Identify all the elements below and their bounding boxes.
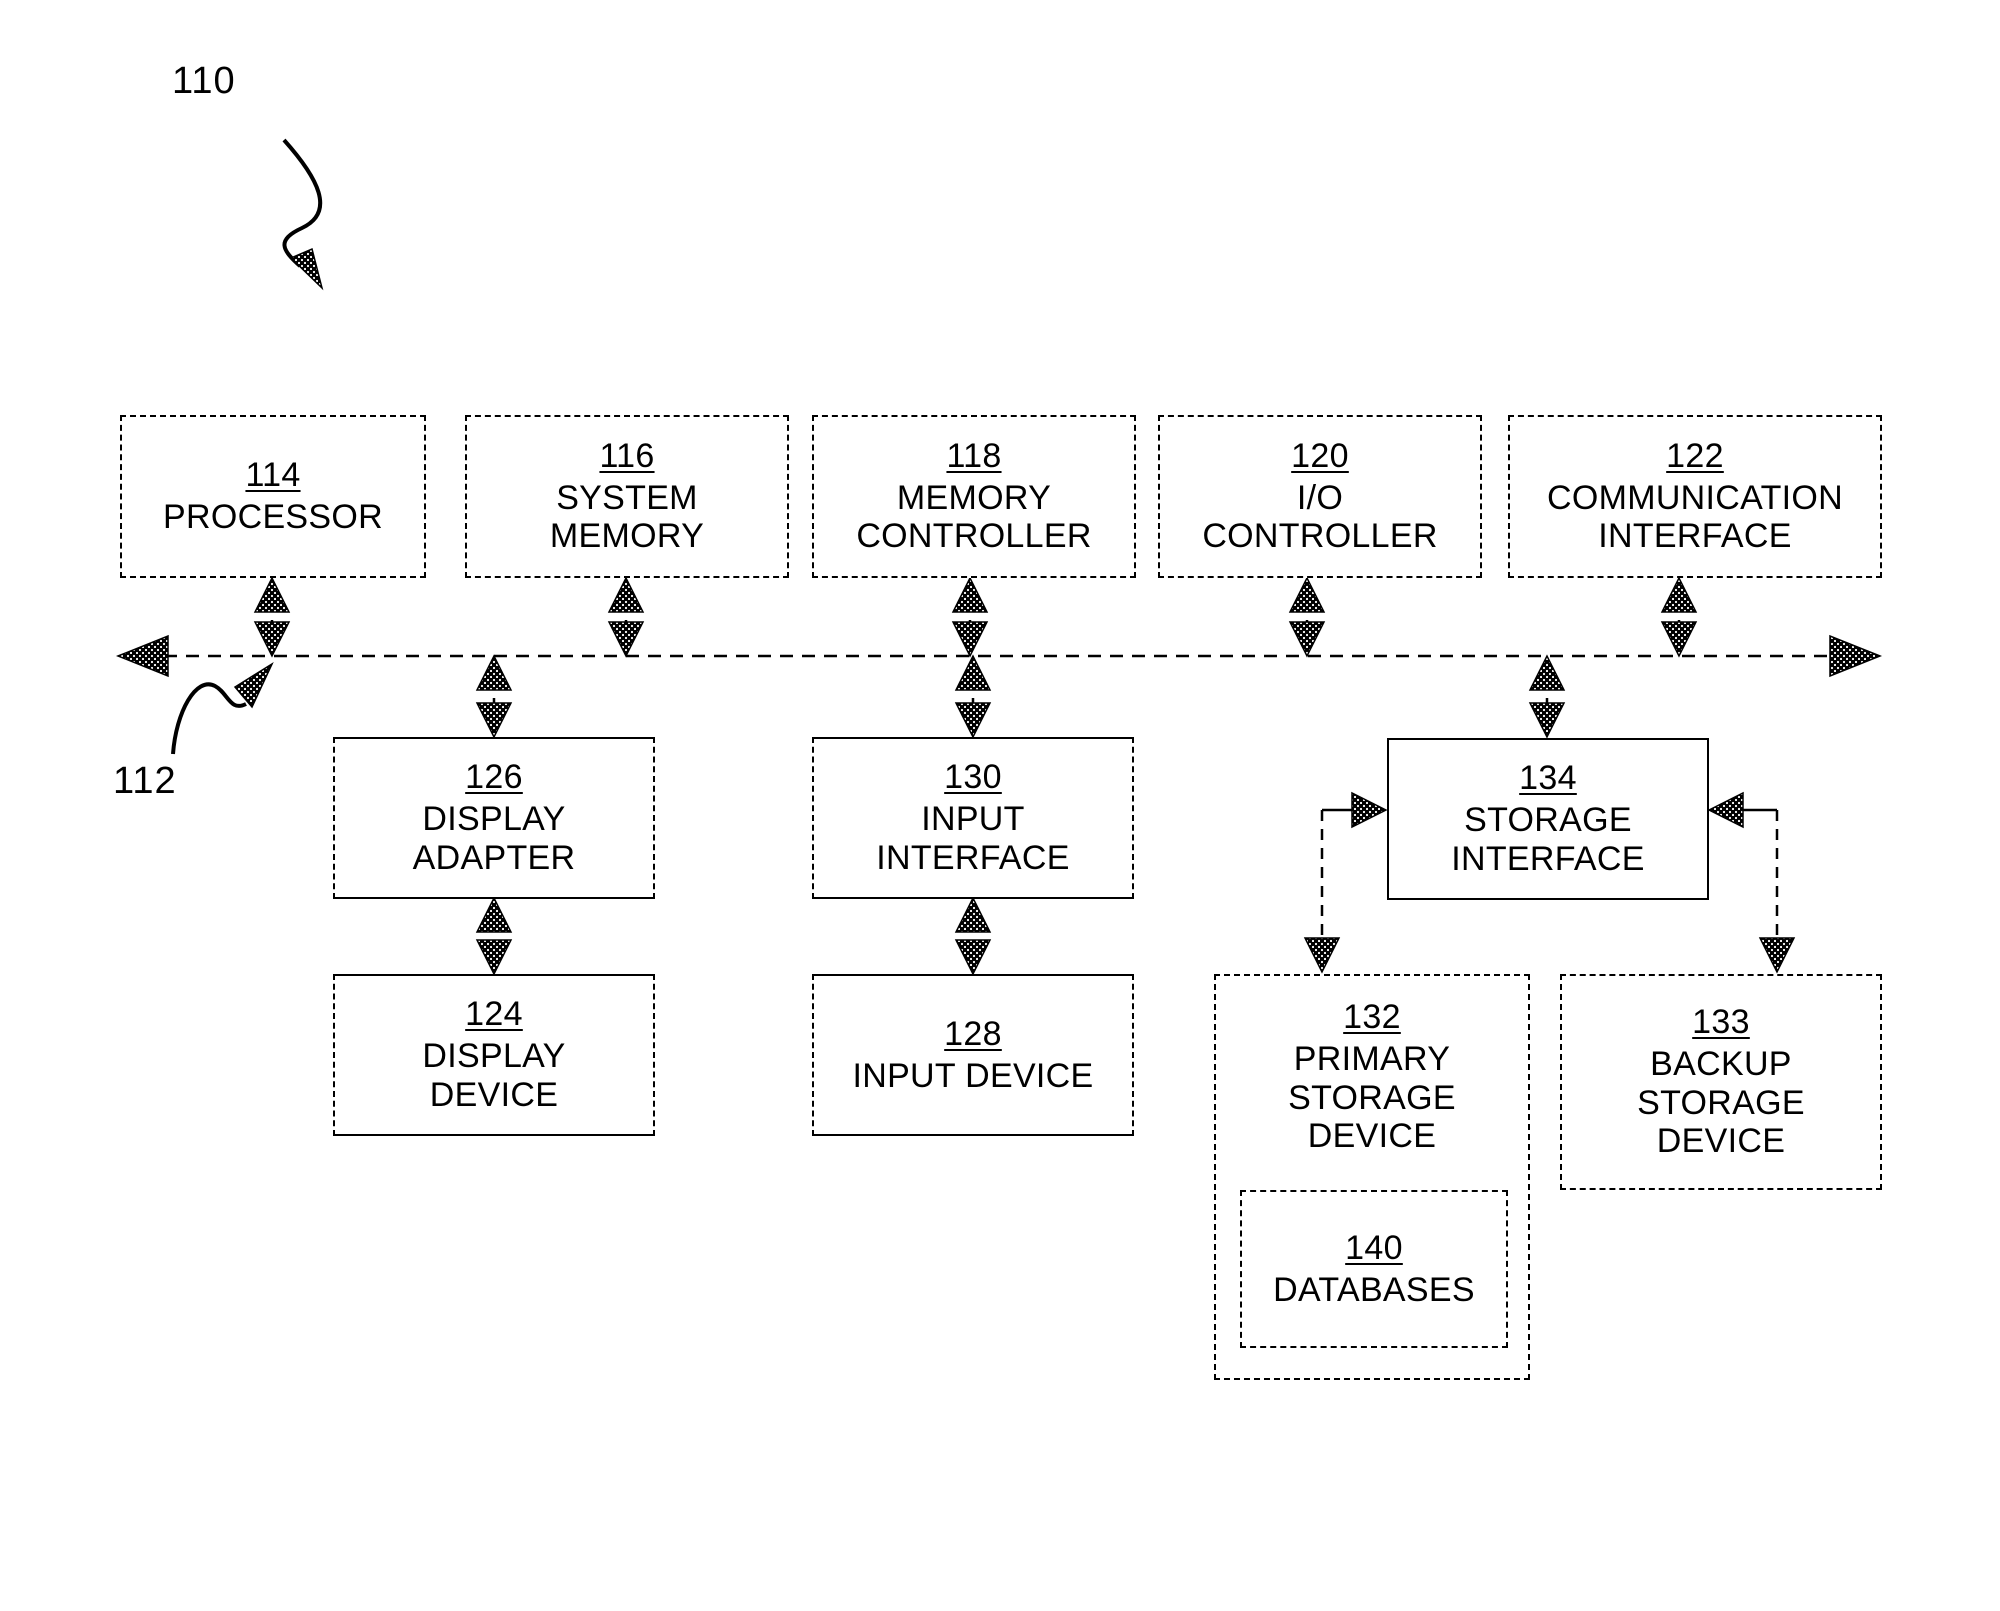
arrowhead-processor-down [253, 621, 291, 658]
system-memory-label: SYSTEM MEMORY [549, 478, 705, 556]
arrowhead-commint-down [1660, 621, 1698, 658]
block-databases[interactable]: 140 DATABASES [1240, 1190, 1508, 1348]
bus-left-arrowhead [115, 634, 169, 678]
arrowhead-memorycontroller-down [951, 621, 989, 658]
databases-ref: 140 [1345, 1228, 1403, 1267]
block-communication-interface[interactable]: 122 COMMUNICATION INTERFACE [1508, 415, 1882, 578]
arrowhead-inputinterface-down [954, 702, 992, 739]
display-adapter-label: DISPLAY ADAPTER [412, 800, 576, 877]
communication-interface-ref: 122 [1666, 436, 1724, 475]
block-display-adapter[interactable]: 126 DISPLAY ADAPTER [333, 737, 655, 899]
primary-storage-device-label: PRIMARY STORAGE DEVICE [1288, 1039, 1456, 1156]
callout-system-ref: 110 [172, 60, 236, 102]
arrowhead-storageinterface-up [1528, 654, 1566, 691]
storage-interface-ref: 134 [1519, 759, 1577, 798]
arrowhead-memorycontroller-up [951, 576, 989, 613]
arrowhead-displayadapter-down [475, 702, 513, 739]
arrowhead-into-storageinterface-left [1351, 791, 1388, 829]
arrowhead-processor-up [253, 576, 291, 613]
block-processor[interactable]: 114 PROCESSOR [120, 415, 426, 578]
arrowhead-primarystorage-down [1303, 937, 1341, 974]
arrowhead-commint-up [1660, 576, 1698, 613]
display-device-ref: 124 [465, 995, 523, 1034]
display-device-label: DISPLAY DEVICE [422, 1037, 566, 1114]
backup-storage-device-label: BACKUP STORAGE DEVICE [1637, 1044, 1805, 1161]
memory-controller-label: MEMORY CONTROLLER [856, 478, 1092, 556]
block-memory-controller[interactable]: 118 MEMORY CONTROLLER [812, 415, 1136, 578]
block-input-device[interactable]: 128 INPUT DEVICE [812, 974, 1134, 1136]
communication-interface-label: COMMUNICATION INTERFACE [1546, 478, 1844, 556]
arrowhead-inputinterface-up [954, 654, 992, 691]
block-io-controller[interactable]: 120 I/O CONTROLLER [1158, 415, 1482, 578]
input-device-ref: 128 [944, 1014, 1002, 1053]
storage-interface-label: STORAGE INTERFACE [1451, 801, 1645, 878]
arrowhead-storageinterface-down [1528, 702, 1566, 739]
callout-110-leader [282, 138, 323, 268]
io-controller-ref: 120 [1291, 436, 1349, 475]
arrowhead-iocontroller-up [1288, 576, 1326, 613]
bus-right-arrowhead [1829, 634, 1883, 678]
processor-label: PROCESSOR [163, 498, 383, 536]
arrowhead-backupstorage-down [1758, 937, 1796, 974]
block-system-memory[interactable]: 116 SYSTEM MEMORY [465, 415, 789, 578]
block-input-interface[interactable]: 130 INPUT INTERFACE [812, 737, 1134, 899]
callout-112-leader [171, 682, 247, 755]
block-backup-storage-device[interactable]: 133 BACKUP STORAGE DEVICE [1560, 974, 1882, 1190]
block-display-device[interactable]: 124 DISPLAY DEVICE [333, 974, 655, 1136]
arrowhead-inputdevice-down [954, 939, 992, 976]
input-device-label: INPUT DEVICE [852, 1056, 1094, 1095]
display-adapter-ref: 126 [465, 758, 523, 797]
io-controller-label: I/O CONTROLLER [1202, 478, 1438, 556]
arrowhead-into-storageinterface-right [1707, 791, 1744, 829]
system-memory-ref: 116 [599, 436, 655, 475]
block-storage-interface[interactable]: 134 STORAGE INTERFACE [1387, 738, 1709, 900]
arrowhead-inputdevice-up [954, 896, 992, 933]
arrowhead-iocontroller-down [1288, 621, 1326, 658]
arrowhead-displaydevice-up [475, 896, 513, 933]
callout-112-arrowhead [233, 662, 274, 709]
databases-label: DATABASES [1273, 1270, 1475, 1309]
memory-controller-ref: 118 [946, 436, 1002, 475]
arrowhead-systemmemory-up [607, 576, 645, 613]
arrowhead-displayadapter-up [475, 654, 513, 691]
processor-ref: 114 [245, 456, 301, 495]
backup-storage-device-ref: 133 [1692, 1003, 1750, 1041]
callout-bus-ref: 112 [113, 760, 177, 802]
primary-storage-device-ref: 132 [1343, 998, 1401, 1036]
callout-110-arrowhead [289, 247, 324, 291]
input-interface-ref: 130 [944, 758, 1002, 797]
arrowhead-displaydevice-down [475, 939, 513, 976]
arrowhead-systemmemory-down [607, 621, 645, 658]
figure-canvas: 110 112 114 PROCESSOR 116 SYSTEM MEMORY … [0, 0, 2000, 1611]
input-interface-label: INPUT INTERFACE [876, 800, 1070, 877]
